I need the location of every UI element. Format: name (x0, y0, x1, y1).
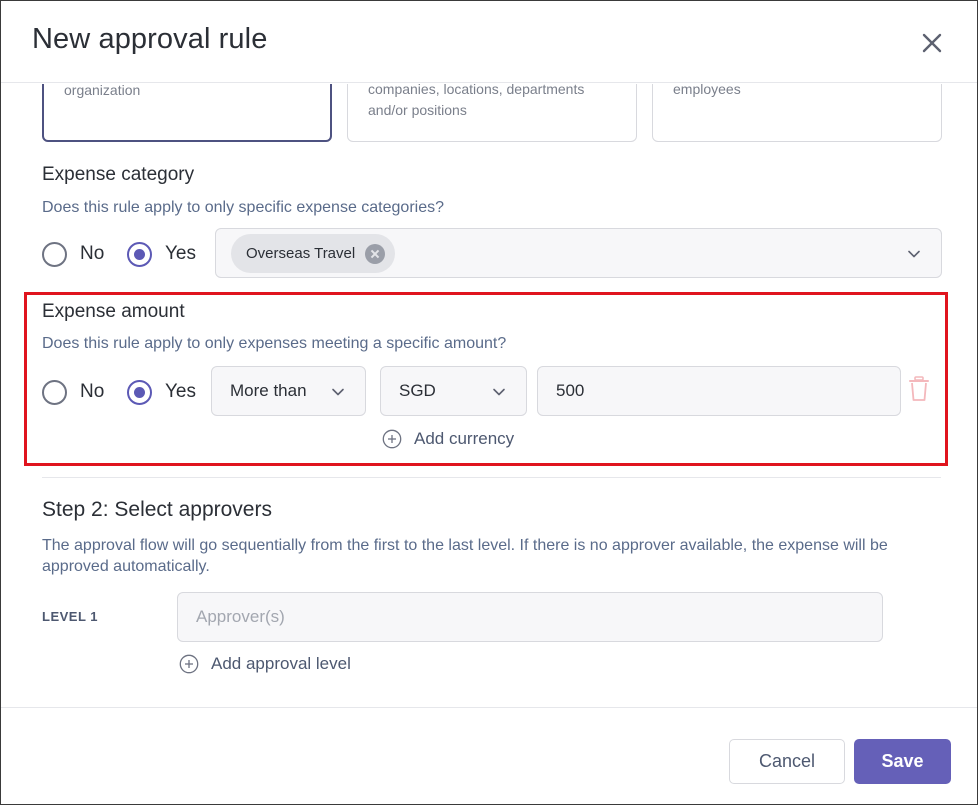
plus-circle-icon (179, 654, 199, 674)
approval-rule-modal: New approval rule organization companies… (0, 0, 978, 805)
category-chip: Overseas Travel (231, 234, 396, 273)
chevron-down-icon (493, 388, 505, 396)
scope-card-desc: employees (673, 84, 741, 97)
remove-chip-icon[interactable] (365, 243, 386, 264)
plus-circle-icon (382, 429, 402, 449)
radio-circle (127, 241, 152, 267)
modal-header: New approval rule (1, 1, 977, 83)
scope-card-organization[interactable]: organization (42, 84, 332, 142)
chevron-down-icon (332, 388, 344, 396)
radio-label: Yes (165, 243, 196, 264)
add-approval-level-link[interactable]: Add approval level (179, 654, 351, 674)
amount-input[interactable] (537, 366, 901, 416)
step2-desc: The approval flow will go sequentially f… (42, 537, 888, 575)
expense-amount-title: Expense amount (42, 301, 185, 322)
radio-circle (42, 241, 67, 267)
chevron-down-icon (908, 250, 920, 258)
comparator-value: More than (230, 381, 307, 400)
currency-select[interactable]: SGD (380, 366, 527, 416)
category-chip-label: Overseas Travel (246, 245, 356, 262)
section-divider (42, 477, 941, 478)
expense-category-title: Expense category (42, 164, 195, 185)
add-currency-label: Add currency (414, 429, 515, 448)
scope-card-groups[interactable]: companies, locations, departments and/or… (347, 84, 637, 142)
scope-card-employees[interactable]: employees (652, 84, 942, 142)
expense-amount-no-radio[interactable]: No (42, 379, 104, 405)
add-approval-level-label: Add approval level (211, 654, 351, 673)
level-1-label: LEVEL 1 (42, 609, 99, 624)
scope-card-desc: organization (64, 84, 141, 98)
approver-input[interactable] (177, 592, 883, 642)
close-icon (922, 33, 942, 53)
expense-category-yes-radio[interactable]: Yes (127, 241, 196, 267)
modal-footer: Cancel Save (1, 707, 977, 804)
radio-label: No (80, 381, 105, 402)
modal-title: New approval rule (32, 23, 268, 55)
radio-circle (42, 379, 67, 405)
modal-body: organization companies, locations, depar… (1, 84, 977, 707)
expense-category-question: Does this rule apply to only specific ex… (42, 199, 444, 216)
save-button[interactable]: Save (854, 739, 951, 784)
expense-category-select[interactable]: Overseas Travel (215, 228, 942, 278)
radio-label: Yes (165, 381, 196, 402)
cancel-button[interactable]: Cancel (729, 739, 845, 784)
comparator-select[interactable]: More than (211, 366, 366, 416)
step2-title: Step 2: Select approvers (42, 498, 272, 521)
expense-category-no-radio[interactable]: No (42, 241, 104, 267)
currency-value: SGD (399, 381, 436, 400)
trash-icon[interactable] (907, 376, 931, 402)
add-currency-link[interactable]: Add currency (382, 429, 514, 449)
scope-card-desc: companies, locations, departments and/or… (368, 84, 585, 118)
radio-circle (127, 379, 152, 405)
radio-label: No (80, 243, 105, 264)
expense-amount-question: Does this rule apply to only expenses me… (42, 335, 507, 352)
close-button[interactable] (916, 27, 948, 59)
expense-amount-yes-radio[interactable]: Yes (127, 379, 196, 405)
